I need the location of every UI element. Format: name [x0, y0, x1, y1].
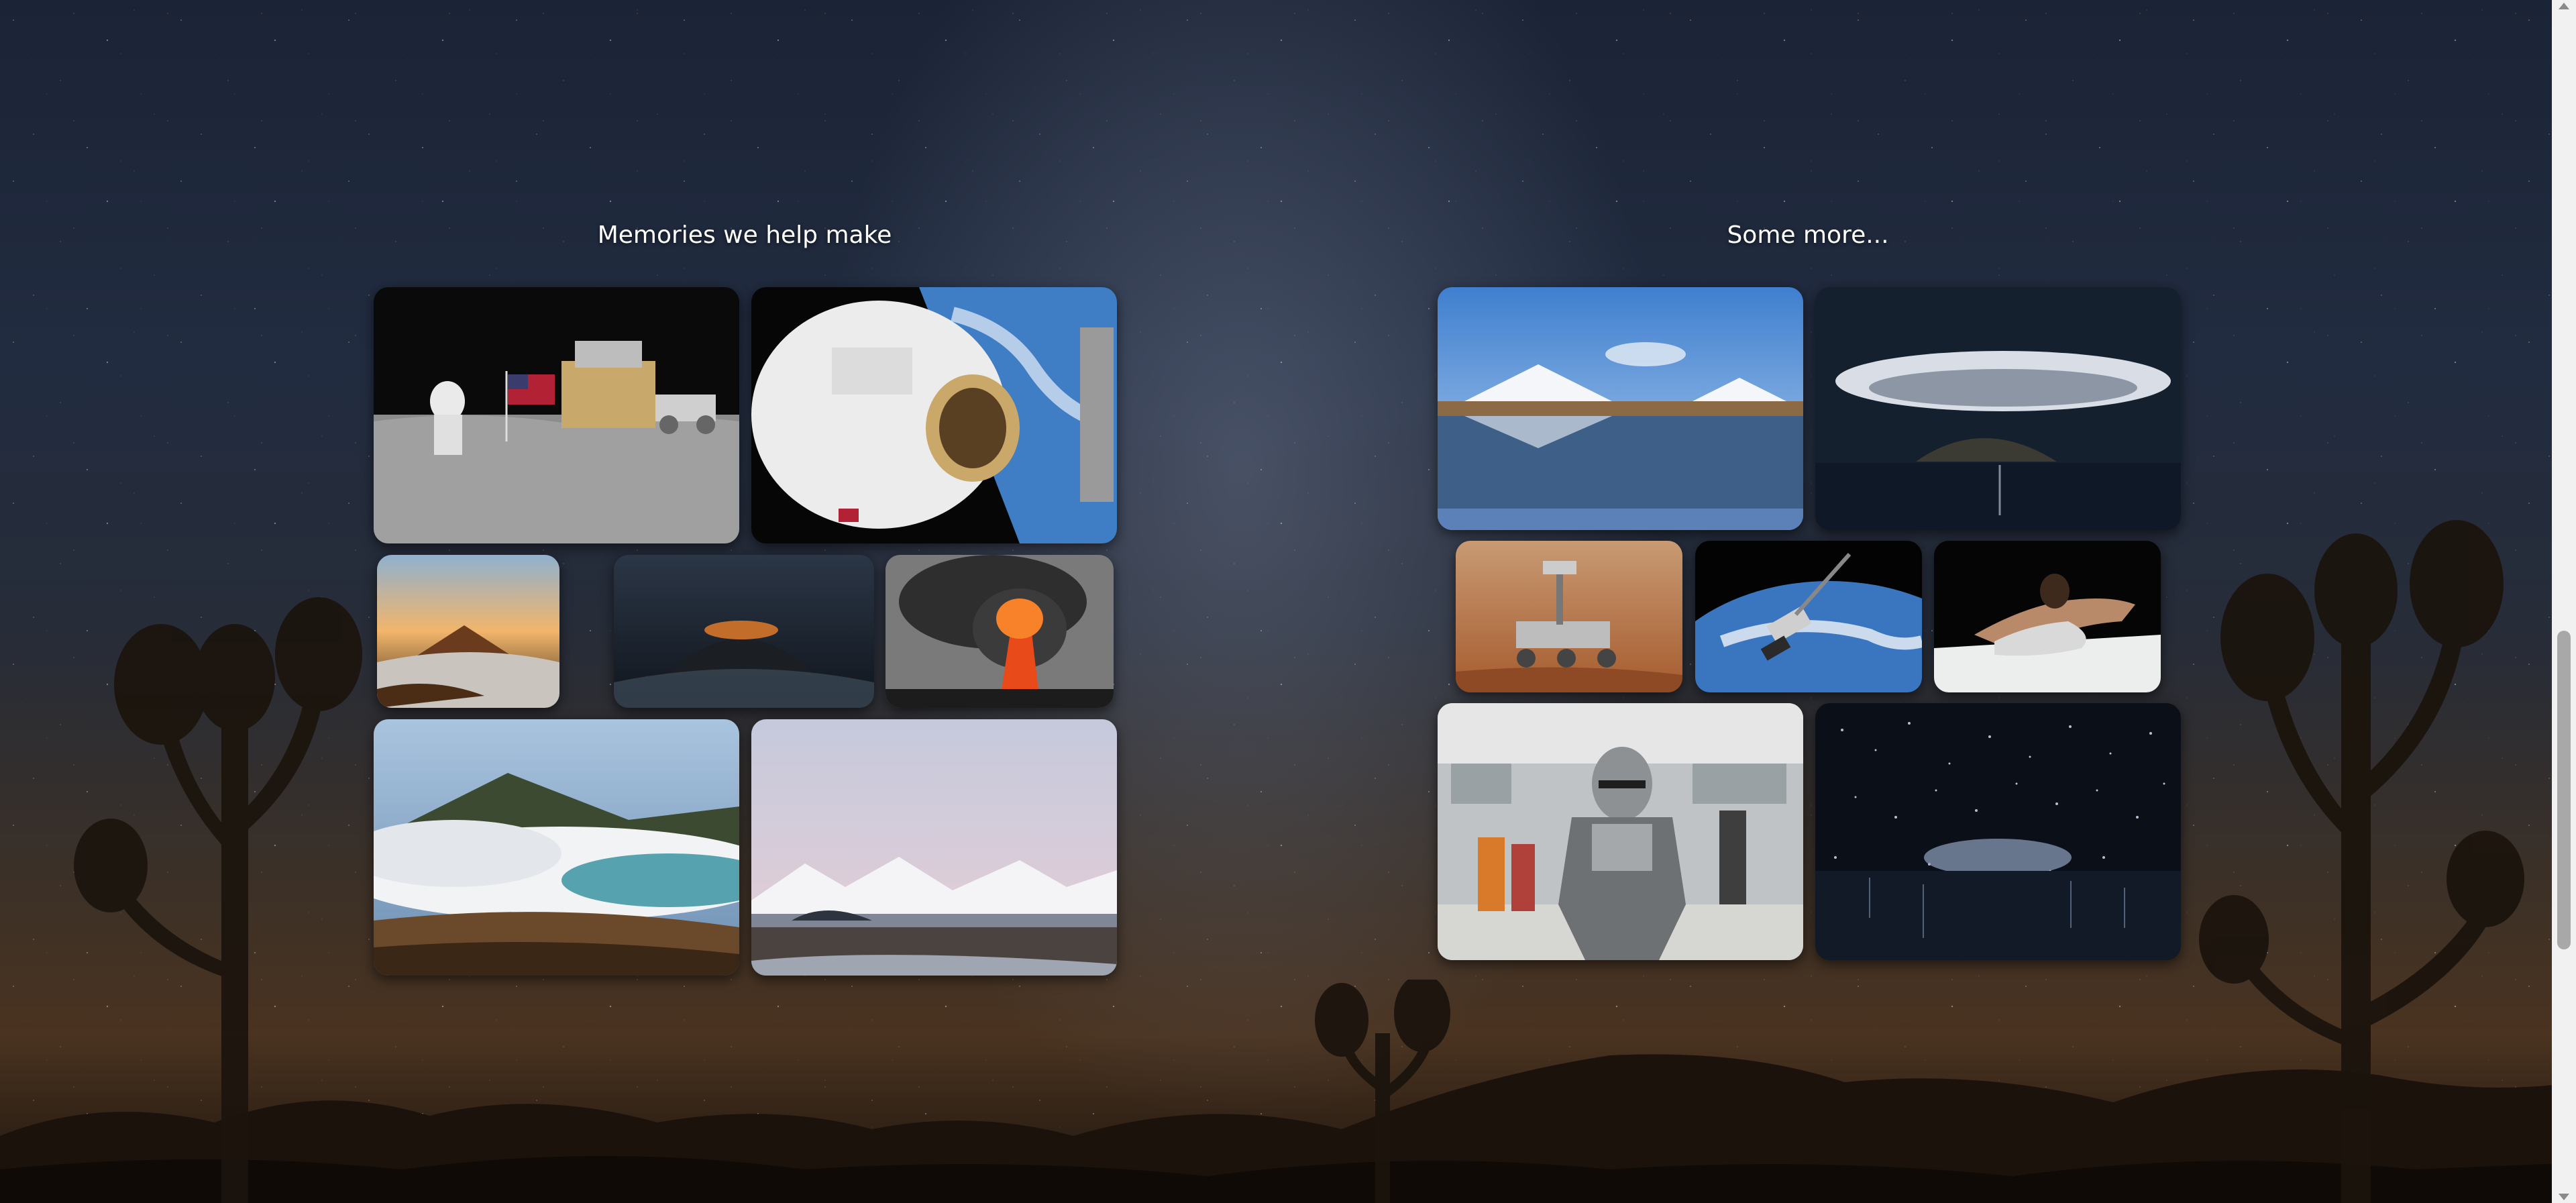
- photo-spacecraft-earth[interactable]: [1695, 541, 1922, 692]
- photo-storm-island[interactable]: [1815, 287, 2181, 530]
- tree-silhouette-center: [1315, 980, 1450, 1203]
- moon-landing-image: [374, 287, 739, 543]
- photo-moon-landing[interactable]: [374, 287, 739, 543]
- dancer-image: [1934, 541, 2161, 692]
- section-title-more: Some more...: [1727, 221, 1889, 249]
- volcano-sunrise-image: [377, 555, 559, 708]
- photo-light-installation[interactable]: [1815, 703, 2181, 960]
- photo-volcano-night[interactable]: [614, 555, 874, 708]
- photo-volcano-clouds[interactable]: [374, 719, 739, 976]
- photo-mars-rover[interactable]: [1456, 541, 1682, 692]
- photo-volcano-eruption[interactable]: [885, 555, 1114, 708]
- spacecraft-earth-image: [1695, 541, 1922, 692]
- light-installation-image: [1815, 703, 2181, 960]
- photo-dancer[interactable]: [1934, 541, 2161, 692]
- volcano-clouds-image: [374, 719, 739, 976]
- page-scrollbar[interactable]: [2552, 0, 2576, 1203]
- scroll-thumb[interactable]: [2557, 631, 2571, 949]
- mars-rover-image: [1456, 541, 1682, 692]
- scroll-up-arrow-icon[interactable]: [2559, 3, 2569, 9]
- snowy-mountains-image: [751, 719, 1117, 976]
- photo-snowy-mountains[interactable]: [751, 719, 1117, 976]
- photo-armored-figure[interactable]: [1438, 703, 1803, 960]
- volcano-night-image: [614, 555, 874, 708]
- photo-astronaut-spacewalk[interactable]: [751, 287, 1117, 543]
- photo-volcano-sunrise[interactable]: [377, 555, 559, 708]
- section-title-memories: Memories we help make: [597, 221, 892, 249]
- astronaut-spacewalk-image: [751, 287, 1117, 543]
- storm-island-image: [1815, 287, 2181, 530]
- scroll-down-arrow-icon[interactable]: [2559, 1194, 2569, 1200]
- page-background: Memories we help make Some more...: [0, 0, 2576, 1203]
- tree-silhouette-left: [74, 597, 362, 1203]
- armored-figure-image: [1438, 703, 1803, 960]
- volcano-eruption-image: [885, 555, 1114, 708]
- tree-silhouette-right: [2199, 520, 2524, 1203]
- volcano-lake-image: [1438, 287, 1803, 530]
- photo-volcano-lake[interactable]: [1438, 287, 1803, 530]
